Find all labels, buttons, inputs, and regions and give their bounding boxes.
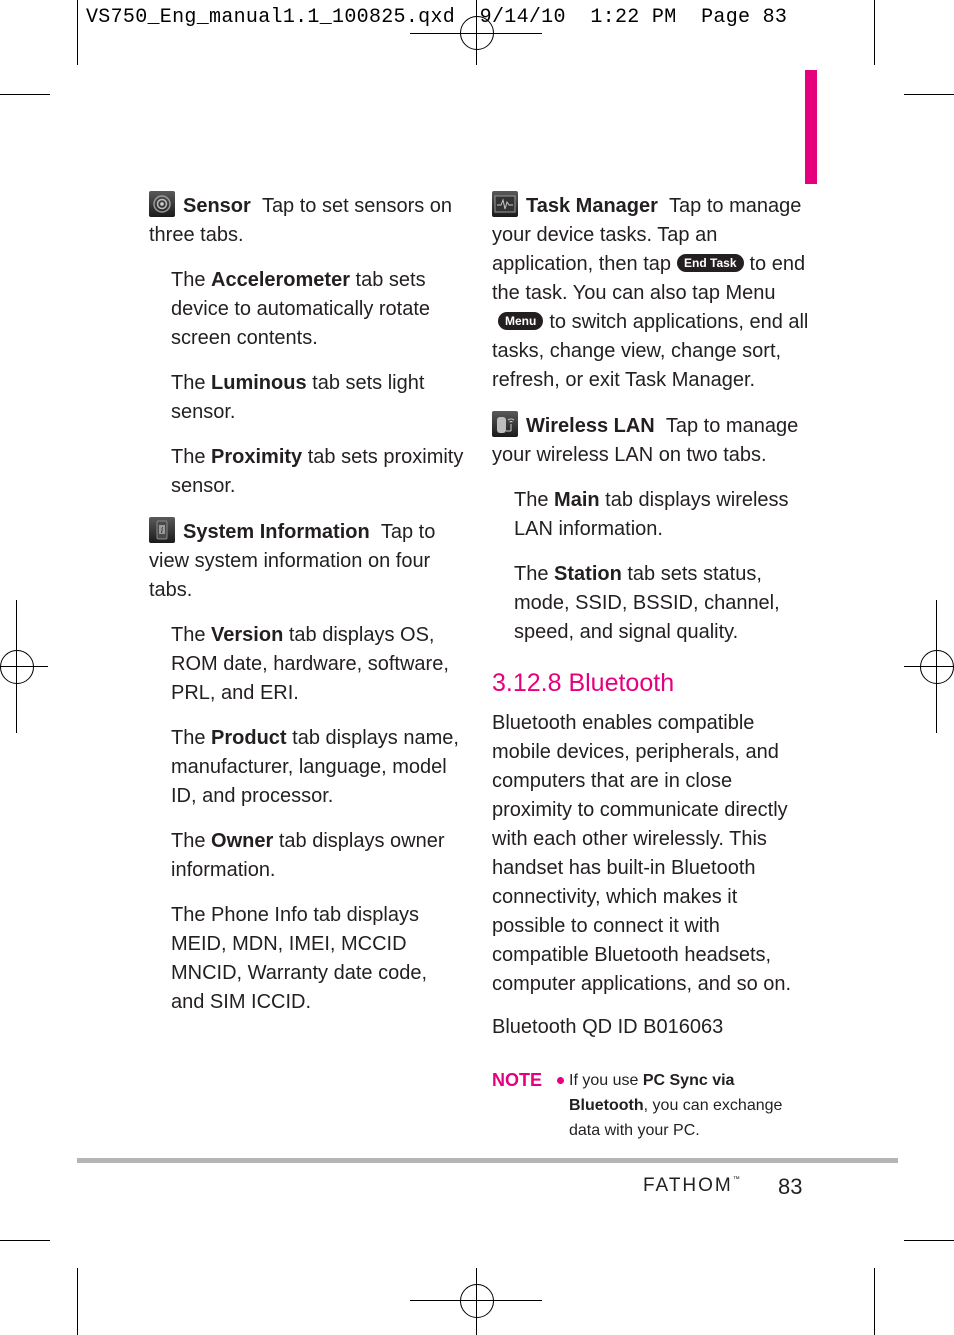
tab-name: Version: [211, 624, 284, 646]
info-icon: i: [149, 517, 175, 543]
svg-text:i: i: [161, 526, 164, 535]
left-column: Sensor Tap to set sensors on three tabs.…: [149, 191, 464, 1033]
crop-mark-top-right-h: [904, 94, 954, 95]
sensor-tab-accelerometer: The Accelerometer tab sets device to aut…: [171, 266, 464, 353]
tab-name: Accelerometer: [211, 269, 350, 291]
reg-mark-top-circle: [460, 16, 494, 50]
system-info-entry: i System Information Tap to view system …: [149, 517, 464, 605]
wireless-lan-icon: [492, 411, 518, 437]
task-manager-icon: [492, 191, 518, 217]
chapter-tab-marker: [805, 70, 817, 184]
sensor-icon: [149, 191, 175, 217]
crop-mark-top-right-v: [874, 0, 875, 65]
task-manager-term: Task Manager: [526, 195, 658, 217]
crop-mark-top-left-h: [0, 94, 50, 95]
tab-name: Owner: [211, 830, 274, 852]
tab-name: Product: [211, 727, 287, 749]
system-info-tab-version: The Version tab displays OS, ROM date, h…: [171, 621, 464, 708]
section-heading-bluetooth: 3.12.8 Bluetooth: [492, 669, 675, 697]
right-column: Task Manager Tap to manage your device t…: [492, 191, 812, 1143]
system-info-tab-product: The Product tab displays name, manufactu…: [171, 724, 464, 811]
crop-mark-bottom-left-v: [77, 1268, 78, 1335]
note-box: NOTE If you use PC Sync via Bluetooth, y…: [492, 1068, 812, 1143]
crop-mark-top-left-v: [77, 0, 78, 65]
system-info-term: System Information: [183, 521, 370, 543]
bullet-icon: [557, 1077, 564, 1084]
footer-rule: [77, 1158, 898, 1163]
text: The: [171, 269, 212, 291]
end-task-button: End Task: [677, 254, 744, 272]
text: If you use: [569, 1072, 643, 1089]
note-text: If you use PC Sync via Bluetooth, you ca…: [569, 1068, 812, 1143]
system-info-tab-phone-info: The Phone Info tab displays MEID, MDN, I…: [171, 901, 464, 1017]
sensor-tab-proximity: The Proximity tab sets proximity sensor.: [171, 443, 464, 501]
text: The: [171, 624, 212, 646]
wireless-lan-entry: Wireless LAN Tap to manage your wireless…: [492, 411, 812, 470]
brand-name: FATHOM: [643, 1175, 733, 1196]
wireless-lan-tab-station: The Station tab sets status, mode, SSID,…: [514, 560, 812, 647]
note-label: NOTE: [492, 1070, 543, 1090]
menu-button: Menu: [498, 312, 544, 330]
bluetooth-qd-id: Bluetooth QD ID B016063: [492, 1016, 724, 1038]
sensor-entry: Sensor Tap to set sensors on three tabs.: [149, 191, 464, 250]
crop-mark-bottom-left-h: [0, 1240, 50, 1241]
crop-mark-bottom-right-v: [874, 1268, 875, 1335]
tab-name: Luminous: [211, 372, 307, 394]
tab-name: Main: [554, 489, 600, 511]
sensor-term: Sensor: [183, 195, 251, 217]
system-info-tab-owner: The Owner tab displays owner information…: [171, 827, 464, 885]
reg-mark-bottom-circle: [460, 1284, 494, 1318]
wireless-lan-term: Wireless LAN: [526, 415, 655, 437]
bluetooth-body: Bluetooth enables compatible mobile devi…: [492, 712, 792, 995]
text: The: [514, 489, 555, 511]
text: The: [171, 446, 212, 468]
tab-name: Proximity: [211, 446, 303, 468]
task-manager-entry: Task Manager Tap to manage your device t…: [492, 191, 812, 395]
trademark-symbol: ™: [732, 1176, 740, 1183]
text: The: [171, 372, 212, 394]
text: The: [171, 830, 212, 852]
text: The Phone Info tab displays MEID, MDN, I…: [171, 904, 428, 1013]
crop-mark-bottom-right-h: [904, 1240, 954, 1241]
page-number: 83: [778, 1174, 803, 1199]
text: The: [514, 563, 555, 585]
brand-logo: FATHOM™: [643, 1175, 740, 1197]
text: The: [171, 727, 212, 749]
wireless-lan-tab-main: The Main tab displays wireless LAN infor…: [514, 486, 812, 544]
reg-mark-left-circle: [0, 650, 34, 684]
tab-name: Station: [554, 563, 622, 585]
reg-mark-right-circle: [920, 650, 954, 684]
printer-slug: VS750_Eng_manual1.1_100825.qxd 9/14/10 1…: [86, 6, 788, 29]
sensor-tab-luminous: The Luminous tab sets light sensor.: [171, 369, 464, 427]
